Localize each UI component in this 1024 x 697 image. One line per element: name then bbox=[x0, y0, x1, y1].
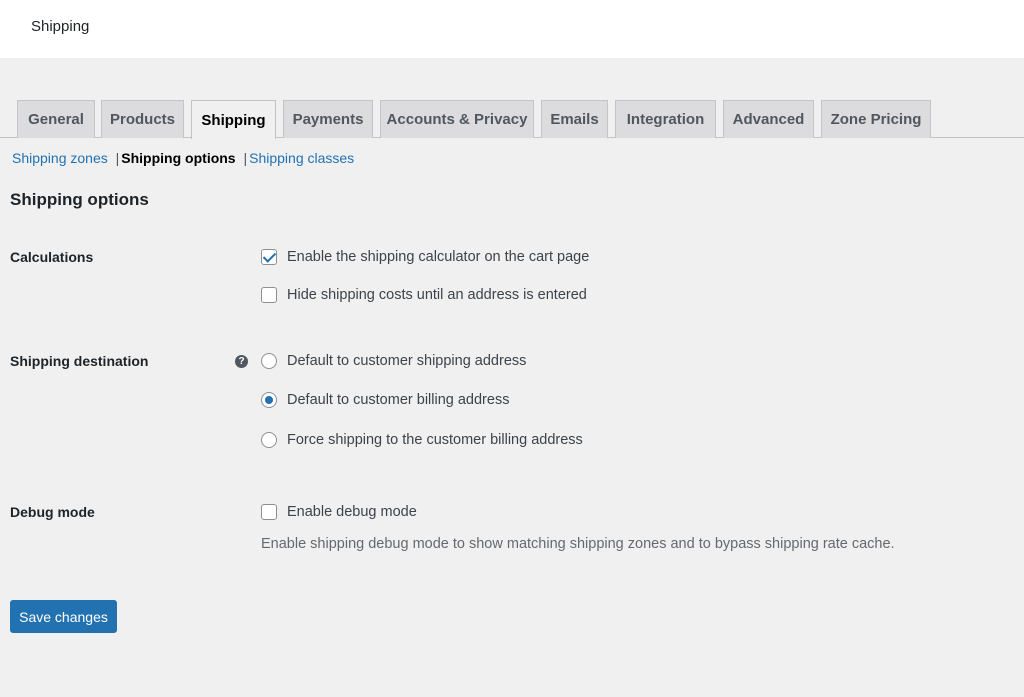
debug-mode-option[interactable]: Enable debug mode bbox=[261, 502, 417, 522]
subnav-separator: | bbox=[115, 150, 120, 166]
hide-costs-checkbox[interactable] bbox=[261, 287, 277, 303]
destination-force-billing-label: Force shipping to the customer billing a… bbox=[287, 432, 583, 448]
subnav-separator: | bbox=[243, 150, 248, 166]
debug-mode-checkbox[interactable] bbox=[261, 504, 277, 520]
calculator-checkbox[interactable] bbox=[261, 249, 277, 265]
subnav-shipping-options: Shipping options bbox=[121, 150, 236, 166]
destination-shipping-radio[interactable] bbox=[261, 353, 277, 369]
tab-zone-pricing[interactable]: Zone Pricing bbox=[821, 100, 931, 138]
tab-general[interactable]: General bbox=[17, 100, 95, 138]
tab-integration[interactable]: Integration bbox=[615, 100, 716, 138]
save-changes-button[interactable]: Save changes bbox=[10, 600, 117, 633]
shipping-destination-label: Shipping destination bbox=[10, 353, 149, 369]
debug-mode-label: Debug mode bbox=[10, 504, 95, 520]
subnav-shipping-zones[interactable]: Shipping zones bbox=[12, 150, 108, 166]
calculations-label: Calculations bbox=[10, 249, 94, 265]
settings-tabs: General Products Shipping Payments Accou… bbox=[0, 100, 1024, 139]
tab-accounts-privacy[interactable]: Accounts & Privacy bbox=[380, 100, 534, 138]
hide-costs-option-label: Hide shipping costs until an address is … bbox=[287, 287, 587, 303]
calculator-option-label: Enable the shipping calculator on the ca… bbox=[287, 249, 590, 265]
destination-billing-radio[interactable] bbox=[261, 392, 277, 408]
tab-advanced[interactable]: Advanced bbox=[723, 100, 814, 138]
destination-force-billing-radio[interactable] bbox=[261, 432, 277, 448]
destination-shipping-label: Default to customer shipping address bbox=[287, 353, 527, 369]
tab-payments[interactable]: Payments bbox=[283, 100, 373, 138]
tab-products[interactable]: Products bbox=[101, 100, 184, 138]
debug-mode-option-label: Enable debug mode bbox=[287, 504, 417, 520]
subnav-shipping-classes[interactable]: Shipping classes bbox=[249, 150, 354, 166]
destination-billing-option[interactable]: Default to customer billing address bbox=[261, 390, 509, 410]
destination-billing-label: Default to customer billing address bbox=[287, 392, 510, 408]
tab-emails[interactable]: Emails bbox=[541, 100, 608, 138]
section-title: Shipping options bbox=[10, 190, 149, 209]
tab-shipping[interactable]: Shipping bbox=[191, 100, 276, 139]
hide-costs-option[interactable]: Hide shipping costs until an address is … bbox=[261, 285, 587, 305]
calculator-option[interactable]: Enable the shipping calculator on the ca… bbox=[261, 247, 589, 267]
top-bar: Shipping bbox=[0, 0, 1024, 58]
shipping-subnav: Shipping zones | Shipping options | Shippi… bbox=[12, 150, 354, 166]
destination-force-billing-option[interactable]: Force shipping to the customer billing a… bbox=[261, 430, 583, 450]
page-title: Shipping bbox=[31, 18, 90, 35]
destination-shipping-option[interactable]: Default to customer shipping address bbox=[261, 351, 526, 371]
debug-mode-description: Enable shipping debug mode to show match… bbox=[261, 536, 895, 552]
question-mark-icon[interactable]: ? bbox=[235, 355, 248, 368]
